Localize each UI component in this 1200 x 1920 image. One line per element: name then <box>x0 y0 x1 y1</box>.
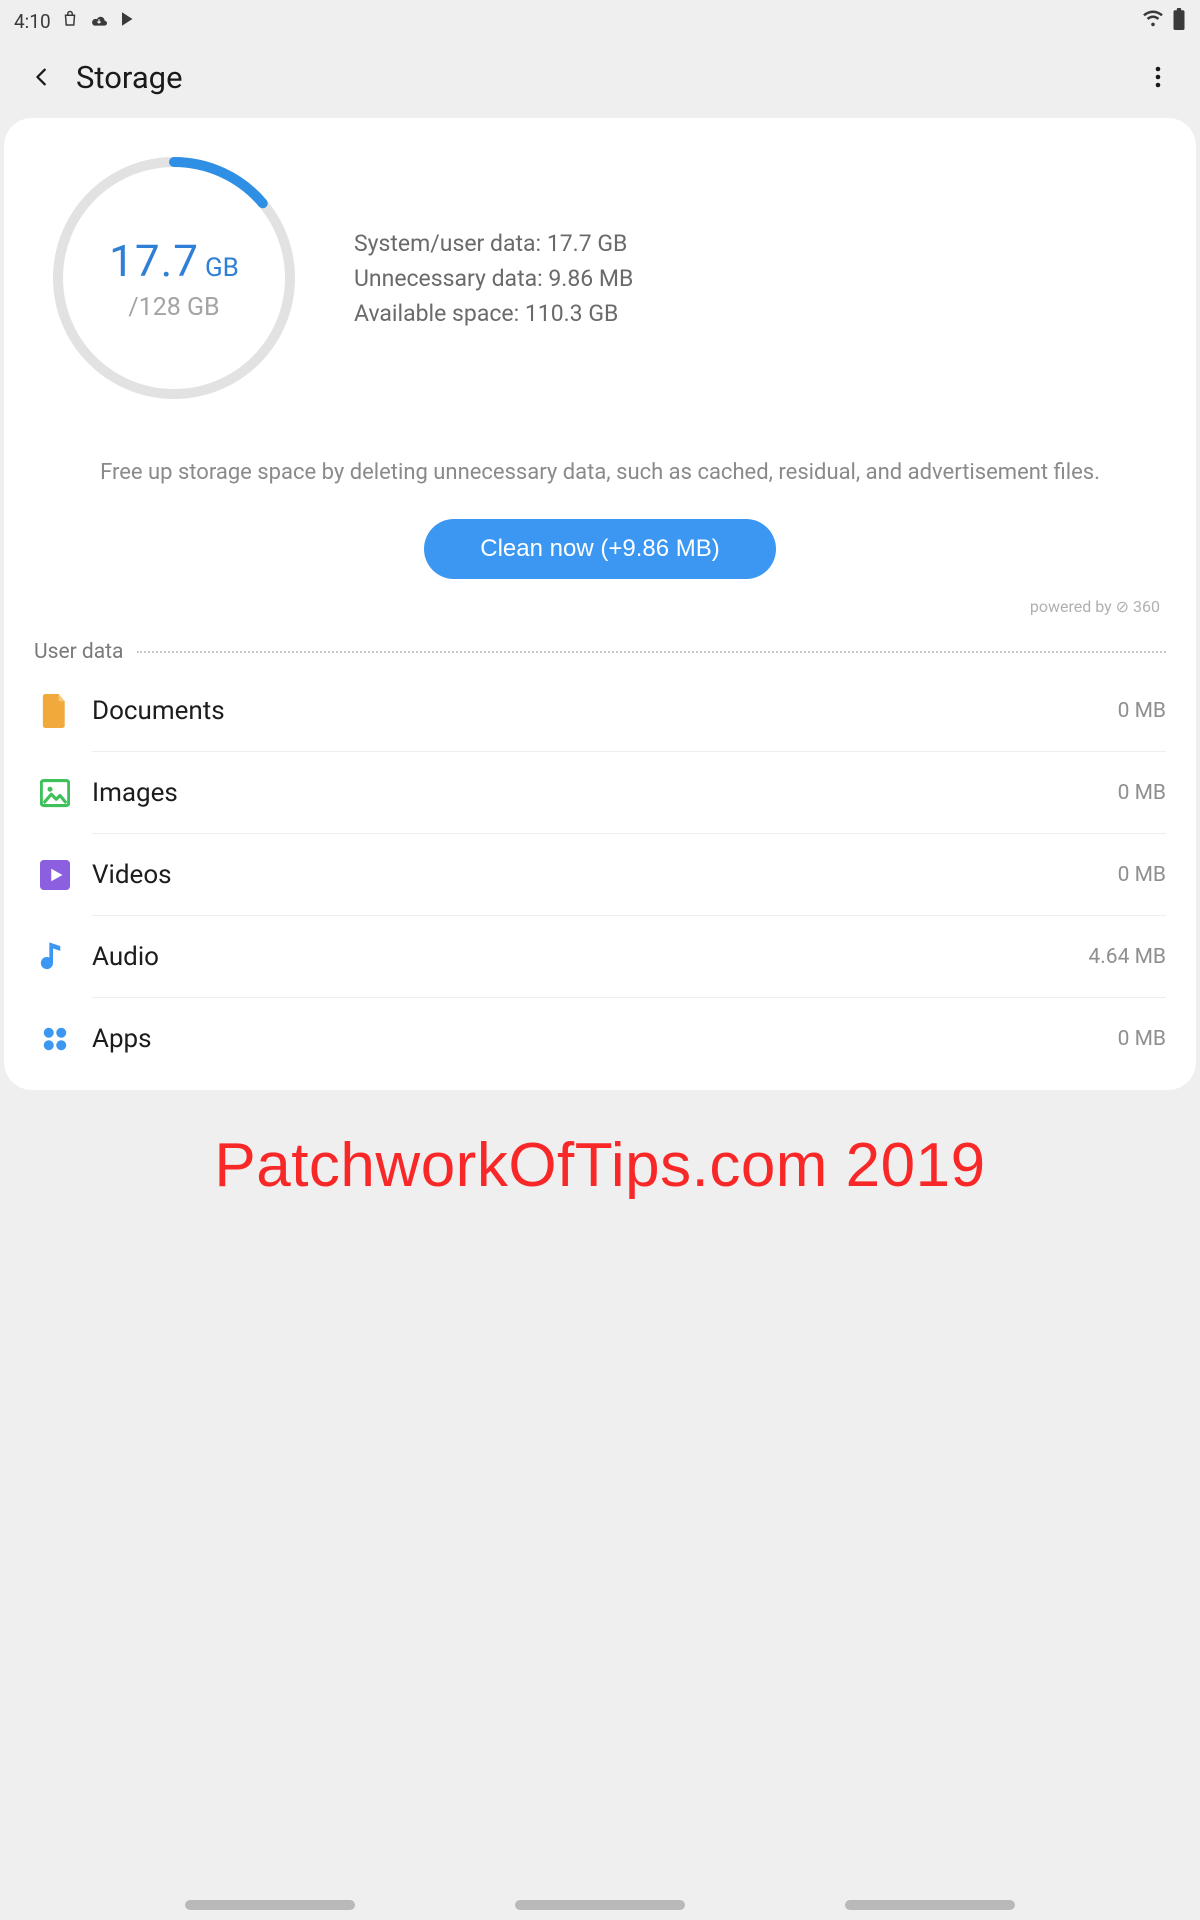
nav-recent-button[interactable] <box>185 1900 355 1910</box>
used-unit: GB <box>205 253 239 283</box>
list-item-size: 0 MB <box>1118 863 1166 887</box>
cloud-download-icon <box>89 10 109 33</box>
bag-icon <box>61 10 79 33</box>
nav-home-button[interactable] <box>515 1900 685 1910</box>
donut-center-label: 17.7 GB /128 GB <box>44 148 304 408</box>
storage-stats: System/user data: 17.7 GB Unnecessary da… <box>354 230 633 327</box>
user-data-list: Documents 0 MB Images 0 MB Videos 0 MB <box>34 670 1166 1080</box>
list-item-size: 0 MB <box>1118 699 1166 723</box>
document-icon <box>34 694 92 728</box>
system-navbar <box>0 1900 1200 1910</box>
storage-donut-chart: 17.7 GB /128 GB <box>44 148 304 408</box>
list-item-label: Audio <box>92 942 159 972</box>
music-note-icon <box>34 940 92 974</box>
chevron-left-icon <box>31 66 53 88</box>
video-icon <box>34 860 92 890</box>
play-store-icon <box>119 10 137 33</box>
list-item-size: 0 MB <box>1118 1027 1166 1051</box>
stat-unneeded: Unnecessary data: 9.86 MB <box>354 265 633 292</box>
stat-system: System/user data: 17.7 GB <box>354 230 633 257</box>
storage-description: Free up storage space by deleting unnece… <box>34 428 1166 513</box>
apps-icon <box>34 1024 92 1054</box>
list-item-label: Documents <box>92 696 225 726</box>
list-item-size: 0 MB <box>1118 781 1166 805</box>
watermark: PatchworkOfTips.com 2019 <box>0 1090 1200 1201</box>
storage-overview: 17.7 GB /128 GB System/user data: 17.7 G… <box>34 138 1166 428</box>
list-item-apps[interactable]: Apps 0 MB <box>34 998 1166 1080</box>
divider-dotted <box>137 651 1166 653</box>
battery-icon <box>1172 8 1186 35</box>
page-title: Storage <box>76 59 1138 96</box>
used-value: 17.7 <box>109 235 199 287</box>
list-item-documents[interactable]: Documents 0 MB <box>34 670 1166 752</box>
list-item-images[interactable]: Images 0 MB <box>34 752 1166 834</box>
clock: 4:10 <box>14 10 51 33</box>
list-item-label: Apps <box>92 1024 152 1054</box>
list-item-videos[interactable]: Videos 0 MB <box>34 834 1166 916</box>
list-item-label: Images <box>92 778 178 808</box>
back-button[interactable] <box>22 57 62 97</box>
app-bar: Storage <box>0 36 1200 118</box>
powered-by-label: powered by ⊘ 360 <box>34 579 1166 626</box>
status-right <box>1142 8 1186 35</box>
overflow-menu-button[interactable] <box>1138 57 1178 97</box>
list-item-label: Videos <box>92 860 172 890</box>
status-left: 4:10 <box>14 10 137 33</box>
total-capacity: /128 GB <box>128 293 219 322</box>
list-item-audio[interactable]: Audio 4.64 MB <box>34 916 1166 998</box>
image-icon <box>34 778 92 808</box>
nav-back-button[interactable] <box>845 1900 1015 1910</box>
clean-now-button[interactable]: Clean now (+9.86 MB) <box>424 519 775 579</box>
user-data-section-header: User data <box>34 626 1166 670</box>
storage-card: 17.7 GB /128 GB System/user data: 17.7 G… <box>4 118 1196 1090</box>
wifi-icon <box>1142 10 1164 33</box>
list-item-size: 4.64 MB <box>1088 945 1166 969</box>
vertical-dots-icon <box>1154 65 1162 89</box>
section-title: User data <box>34 640 123 664</box>
stat-available: Available space: 110.3 GB <box>354 300 633 327</box>
status-bar: 4:10 <box>0 0 1200 36</box>
